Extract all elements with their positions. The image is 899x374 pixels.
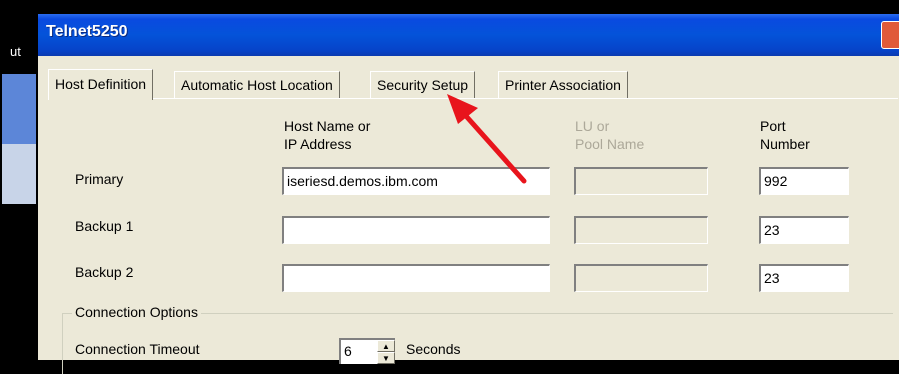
backup1-port-input[interactable]: 23 (759, 216, 849, 244)
connection-timeout-input[interactable]: 6 (339, 338, 377, 364)
host-column-header-line2: IP Address (284, 136, 352, 152)
primary-host-input[interactable]: iseriesd.demos.ibm.com (282, 167, 550, 195)
background-window-strip (0, 0, 899, 14)
background-text-fragment: ut (10, 44, 21, 59)
connection-options-legend: Connection Options (72, 304, 201, 320)
title-bar[interactable]: Telnet5250 (38, 14, 899, 56)
connection-timeout-label: Connection Timeout (75, 341, 200, 357)
tab-panel-border (48, 98, 898, 99)
tab-host-definition[interactable]: Host Definition (48, 69, 154, 100)
background-panel-light: [ (2, 144, 36, 300)
backup2-host-input[interactable] (282, 264, 550, 292)
lu-column-header-line1: LU or (575, 118, 610, 134)
lu-column-header-line2: Pool Name (575, 136, 645, 152)
backup2-lu-input (574, 264, 708, 292)
telnet5250-dialog: Telnet5250 Host Definition Automatic Hos… (38, 14, 899, 374)
primary-label: Primary (75, 171, 124, 187)
close-button[interactable] (881, 21, 899, 49)
tab-security-setup[interactable]: Security Setup (370, 71, 476, 98)
primary-lu-input (574, 167, 708, 195)
connection-timeout-unit: Seconds (406, 341, 461, 357)
background-panel (2, 74, 36, 144)
backup1-lu-input (574, 216, 708, 244)
background-window-left: ut [ (0, 14, 38, 360)
port-column-header-line2: Number (760, 136, 810, 152)
primary-port-input[interactable]: 992 (759, 167, 849, 195)
backup1-host-input[interactable] (282, 216, 550, 244)
spinner-down-button[interactable]: ▼ (377, 352, 395, 364)
backup2-port-input[interactable]: 23 (759, 264, 849, 292)
tab-automatic-host-location[interactable]: Automatic Host Location (174, 71, 340, 98)
window-title: Telnet5250 (46, 23, 128, 40)
tab-printer-association[interactable]: Printer Association (498, 71, 628, 98)
backup1-label: Backup 1 (75, 218, 134, 234)
connection-timeout-spinner: ▲ ▼ (377, 338, 395, 364)
spinner-up-button[interactable]: ▲ (377, 340, 395, 352)
port-column-header-line1: Port (760, 118, 786, 134)
backup2-label: Backup 2 (75, 264, 134, 280)
host-column-header-line1: Host Name or (284, 118, 371, 134)
